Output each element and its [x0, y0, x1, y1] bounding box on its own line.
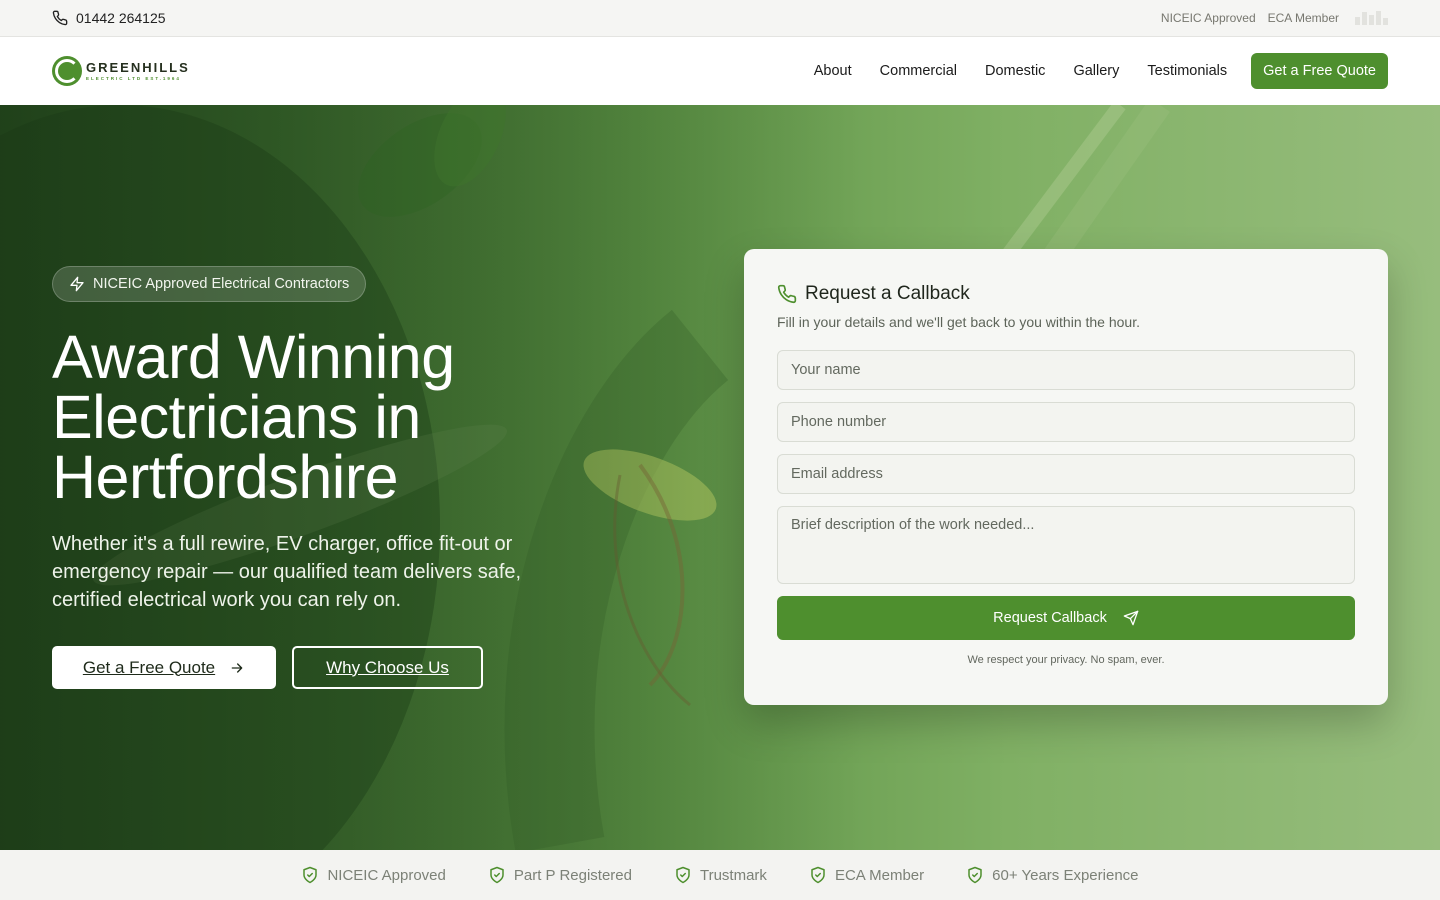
- nav-about[interactable]: About: [814, 63, 852, 79]
- nav-gallery[interactable]: Gallery: [1073, 63, 1119, 79]
- nav-domestic[interactable]: Domestic: [985, 63, 1045, 79]
- why-choose-us-button[interactable]: Why Choose Us: [292, 646, 483, 689]
- hero-quote-button[interactable]: Get a Free Quote: [52, 646, 276, 689]
- work-description-input[interactable]: [777, 506, 1355, 584]
- shield-check-icon: [490, 866, 504, 884]
- logo[interactable]: GREENHILLS ELECTRIC LTD EST.1964: [52, 56, 190, 86]
- logo-mark-icon: [52, 56, 82, 86]
- trust-item: NICEIC Approved: [301, 866, 446, 884]
- request-callback-label: Request Callback: [993, 610, 1107, 626]
- trust-strip: NICEIC Approved Part P Registered Trustm…: [0, 850, 1440, 900]
- trust-item: Part P Registered: [488, 866, 632, 884]
- callback-description: Fill in your details and we'll get back …: [777, 314, 1140, 330]
- trust-label: Trustmark: [699, 866, 767, 884]
- shield-check-icon: [968, 866, 982, 884]
- niceic-label: NICEIC Approved: [1160, 11, 1256, 25]
- trust-label: 60+ Years Experience: [992, 866, 1139, 884]
- send-icon: [1123, 610, 1139, 626]
- email-input[interactable]: [777, 454, 1355, 494]
- callback-title: Request a Callback: [805, 283, 970, 304]
- hero-title-line-3: Hertfordshire: [52, 443, 399, 511]
- header-quote-button[interactable]: Get a Free Quote: [1251, 53, 1388, 89]
- logo-text: GREENHILLS ELECTRIC LTD EST.1964: [86, 61, 190, 82]
- trust-item: Trustmark: [674, 866, 767, 884]
- hero-title-line-1: Award Winning: [52, 323, 455, 391]
- accreditation-links: NICEIC Approved ECA Member: [1161, 11, 1388, 25]
- trust-item: ECA Member: [809, 866, 924, 884]
- eca-label: ECA Member: [1267, 11, 1339, 25]
- skyline-logo: [1355, 11, 1388, 25]
- shield-check-icon: [303, 866, 318, 884]
- nav-testimonials[interactable]: Testimonials: [1147, 63, 1227, 79]
- privacy-note: We respect your privacy. No spam, ever.: [967, 654, 1165, 666]
- hero-badge-text: NICEIC Approved Electrical Contractors: [93, 276, 350, 292]
- hero-badge: NICEIC Approved Electrical Contractors: [52, 266, 367, 302]
- logo-name: GREENHILLS: [86, 59, 190, 75]
- hero-title-line-2: Electricians in: [52, 383, 421, 451]
- hero-quote-label: Get a Free Quote: [82, 657, 216, 677]
- shield-check-icon: [811, 866, 825, 884]
- callback-form-card: Request a Callback Fill in your details …: [744, 249, 1388, 705]
- hero-title: Award Winning Electricians in Hertfordsh…: [52, 327, 692, 508]
- phone-icon: [52, 10, 68, 26]
- main-nav: About Commercial Domestic Gallery Testim…: [814, 53, 1388, 89]
- phone-input[interactable]: [777, 402, 1355, 442]
- trust-item: 60+ Years Experience: [966, 866, 1139, 884]
- callback-header: Request a Callback: [777, 283, 1355, 305]
- trust-label: NICEIC Approved: [327, 866, 446, 884]
- lightning-icon: [70, 276, 84, 292]
- shield-check-icon: [676, 866, 690, 884]
- nav-commercial[interactable]: Commercial: [880, 63, 957, 79]
- trust-label: Part P Registered: [513, 866, 632, 884]
- logo-tagline: ELECTRIC LTD EST.1964: [86, 75, 181, 81]
- site-header: GREENHILLS ELECTRIC LTD EST.1964 About C…: [0, 37, 1440, 105]
- phone-icon: [777, 284, 797, 304]
- hero-subtitle: Whether it's a full rewire, EV charger, …: [52, 533, 522, 611]
- hero-section: NICEIC Approved Electrical Contractors A…: [0, 105, 1440, 850]
- trust-label: ECA Member: [834, 866, 925, 884]
- name-input[interactable]: [777, 350, 1355, 390]
- phone-number: 01442 264125: [76, 10, 166, 26]
- arrow-right-icon: [231, 662, 243, 673]
- request-callback-button[interactable]: Request Callback: [777, 596, 1355, 640]
- utility-bar: 01442 264125 NICEIC Approved ECA Member: [0, 0, 1440, 37]
- phone-link[interactable]: 01442 264125: [52, 10, 166, 26]
